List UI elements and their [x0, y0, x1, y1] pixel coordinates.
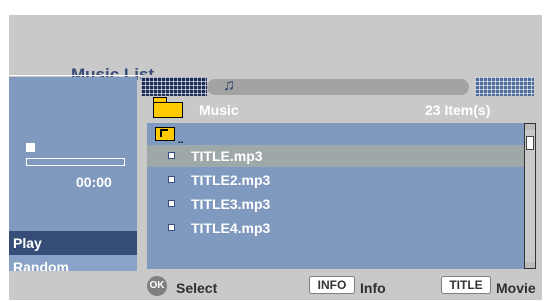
list-item-label: TITLE3.mp3 — [191, 196, 271, 212]
time-display: 00:00 — [76, 174, 112, 190]
folder-icon — [153, 102, 183, 118]
parent-folder-row[interactable]: .. — [147, 123, 524, 146]
up-folder-icon: .. — [155, 127, 184, 146]
folder-name: Music — [199, 102, 239, 118]
file-list: .. TITLE.mp3 TITLE2.mp3 TITLE3.mp3 TITLE… — [147, 123, 524, 269]
left-panel: 00:00 Play Random — [9, 77, 137, 279]
scroll-down-icon[interactable] — [525, 262, 535, 268]
dot-pattern-left — [141, 77, 207, 96]
info-label: Info — [360, 280, 386, 296]
info-button[interactable]: INFO — [309, 276, 355, 294]
music-list-screen: Music List 00:00 Play Random ♫ Music 23 … — [0, 0, 545, 301]
list-item[interactable]: TITLE2.mp3 — [147, 169, 524, 191]
movie-label: Movie — [496, 280, 536, 296]
scroll-up-icon[interactable] — [525, 124, 535, 130]
file-icon — [168, 200, 175, 207]
screen: Music List 00:00 Play Random ♫ Music 23 … — [9, 15, 542, 300]
scrollbar[interactable] — [524, 123, 536, 269]
play-option[interactable]: Play — [9, 231, 137, 255]
current-folder-row: Music 23 Item(s) — [141, 97, 542, 121]
music-note-icon: ♫ — [223, 77, 235, 94]
item-count: 23 Item(s) — [425, 102, 491, 118]
file-icon — [168, 176, 175, 183]
list-item[interactable]: TITLE4.mp3 — [147, 217, 524, 239]
title-button[interactable]: TITLE — [441, 276, 491, 294]
dot-pattern-right — [475, 77, 534, 96]
music-mode-pill — [207, 79, 469, 95]
scroll-thumb[interactable] — [526, 136, 534, 150]
list-item-label: TITLE.mp3 — [191, 148, 263, 164]
list-item-label: TITLE2.mp3 — [191, 172, 271, 188]
list-item-label: TITLE4.mp3 — [191, 220, 271, 236]
file-icon — [168, 224, 175, 231]
progress-bar — [26, 158, 125, 166]
list-item[interactable]: TITLE3.mp3 — [147, 193, 524, 215]
playback-indicator — [26, 143, 35, 152]
file-icon — [168, 152, 175, 159]
ok-button-icon[interactable]: OK — [147, 276, 167, 296]
list-item[interactable]: TITLE.mp3 — [147, 145, 524, 167]
up-arrow-icon — [160, 129, 168, 137]
select-label: Select — [176, 280, 218, 296]
